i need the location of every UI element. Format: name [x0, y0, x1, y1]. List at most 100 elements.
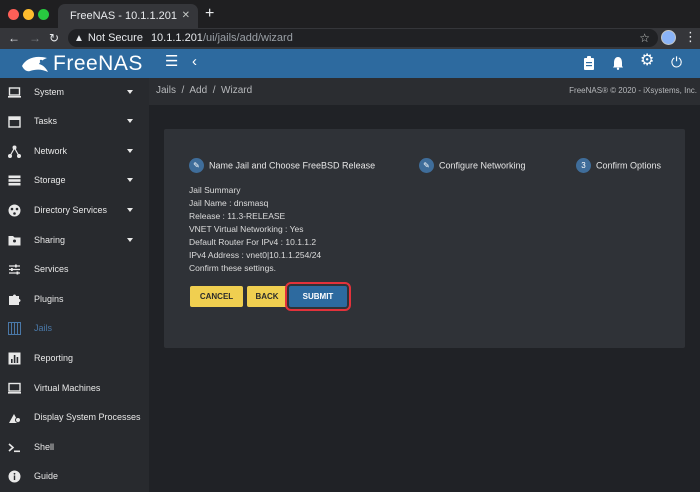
tab-title: FreeNAS - 10.1.1.201 [70, 10, 178, 22]
window-minimize-button[interactable] [23, 9, 34, 20]
terminal-icon [8, 443, 20, 453]
network-icon [8, 145, 21, 158]
sidebar-item-label: Sharing [34, 235, 66, 245]
folder-share-icon [8, 236, 21, 246]
jail-summary: Jail Summary Jail Name : dnsmasq Release… [189, 184, 321, 275]
sidebar-item-label: Shell [34, 442, 55, 452]
sidebar-item-shell[interactable]: Shell [0, 433, 149, 462]
forward-arrow-icon[interactable]: → [29, 30, 41, 46]
collapse-chevron-icon[interactable]: ‹ [192, 54, 197, 70]
puzzle-icon [9, 294, 21, 305]
wizard-step-confirm-options[interactable]: 3 Confirm Options [576, 157, 662, 174]
submit-button[interactable]: SUBMIT [285, 282, 351, 311]
sidebar-item-plugins[interactable]: Plugins [0, 285, 149, 314]
chevron-down-icon [127, 149, 133, 153]
summary-default-router: Default Router For IPv4 : 10.1.1.2 [189, 237, 317, 247]
wizard-step-configure-networking[interactable]: ✎ Configure Networking [419, 157, 526, 174]
summary-confirm-text: Confirm these settings. [189, 263, 276, 273]
breadcrumb-bar: Jails / Add / Wizard FreeNAS® © 2020 - i… [149, 78, 700, 105]
step-label: Name Jail and Choose FreeBSD Release [209, 160, 376, 171]
summary-jail-name: Jail Name : dnsmasq [189, 198, 269, 208]
security-label: Not Secure [87, 32, 143, 44]
chevron-down-icon [127, 238, 133, 242]
sidebar-item-label: Storage [34, 175, 66, 185]
pencil-icon: ✎ [189, 158, 204, 174]
url-host: 10.1.1.201 [150, 32, 203, 44]
tab-close-icon[interactable]: ✕ [182, 4, 190, 28]
sidebar-item-storage[interactable]: Storage [0, 166, 149, 195]
sidebar-item-sharing[interactable]: Sharing [0, 226, 149, 255]
wizard-step-name-jail[interactable]: ✎ Name Jail and Choose FreeBSD Release [189, 157, 376, 174]
storage-icon [8, 175, 21, 186]
url-path: /ui/jails/add/wizard [202, 32, 293, 44]
window-zoom-button[interactable] [38, 9, 49, 20]
sidebar: System Tasks Network Storage Directory S… [0, 78, 149, 492]
address-bar[interactable]: ▲ Not Secure 10.1.1.201/ui/jails/add/wizar… [68, 29, 658, 47]
browser-tabbar: FreeNAS - 10.1.1.201 ✕ + [0, 0, 700, 28]
browser-tab[interactable]: FreeNAS - 10.1.1.201 ✕ [58, 4, 198, 28]
browser-toolbar: ← → ↻ ▲ Not Secure 10.1.1.201/ui/jails/add… [0, 28, 700, 49]
sidebar-item-label: Plugins [34, 294, 64, 304]
main-content: Jails / Add / Wizard FreeNAS® © 2020 - i… [149, 78, 700, 492]
reload-icon[interactable]: ↻ [49, 30, 59, 46]
freenas-shark-icon [22, 56, 48, 72]
cancel-button[interactable]: CANCEL [190, 286, 243, 307]
sidebar-item-label: Jails [34, 323, 53, 333]
sidebar-item-reporting[interactable]: Reporting [0, 344, 149, 373]
sliders-icon [9, 264, 20, 275]
step-label: Confirm Options [596, 160, 662, 171]
laptop-icon [8, 87, 21, 98]
chevron-down-icon [127, 208, 133, 212]
jail-icon [8, 322, 21, 335]
power-icon[interactable]: ⏻ [671, 54, 682, 70]
gear-icon[interactable]: ⚙ [640, 53, 654, 69]
back-button[interactable]: BACK [247, 286, 287, 307]
step-number-icon: 3 [576, 158, 591, 174]
warning-icon: ▲ [74, 33, 84, 44]
sidebar-item-tasks[interactable]: Tasks [0, 107, 149, 136]
calendar-icon [8, 116, 21, 128]
step-label: Configure Networking [439, 160, 526, 171]
processes-icon [9, 414, 21, 423]
sidebar-item-label: Network [34, 146, 68, 156]
clipboard-icon[interactable] [583, 56, 595, 70]
sidebar-item-jails[interactable]: Jails [0, 314, 149, 343]
sidebar-item-directory-services[interactable]: Directory Services [0, 196, 149, 225]
sidebar-item-guide[interactable]: Guide [0, 462, 149, 491]
pencil-icon: ✎ [419, 158, 434, 174]
window-close-button[interactable] [8, 9, 19, 20]
sidebar-item-label: Services [34, 264, 69, 274]
profile-avatar[interactable] [661, 30, 676, 45]
chevron-down-icon [127, 119, 133, 123]
directory-icon [8, 204, 21, 217]
summary-release: Release : 11.3-RELEASE [189, 211, 286, 221]
sidebar-item-label: Reporting [34, 353, 74, 363]
sidebar-item-label: Directory Services [34, 205, 108, 215]
chart-icon [8, 352, 21, 365]
summary-heading: Jail Summary [189, 185, 241, 195]
sidebar-item-services[interactable]: Services [0, 255, 149, 284]
summary-ipv4-address: IPv4 Address : vnet0|10.1.1.254/24 [189, 250, 322, 260]
monitor-icon [8, 382, 21, 394]
sidebar-item-display-system-processes[interactable]: Display System Processes [0, 403, 149, 432]
jail-wizard-card: ✎ Name Jail and Choose FreeBSD Release ✎ C… [164, 129, 685, 348]
sidebar-item-virtual-machines[interactable]: Virtual Machines [0, 374, 149, 403]
logo-text: FreeNAS [53, 52, 143, 75]
bell-icon[interactable] [612, 56, 624, 70]
sidebar-item-label: Virtual Machines [34, 383, 101, 393]
sidebar-item-system[interactable]: System [0, 78, 149, 107]
back-arrow-icon[interactable]: ← [8, 30, 20, 46]
info-icon [8, 470, 21, 483]
bookmark-star-icon[interactable]: ☆ [639, 29, 650, 47]
sidebar-item-label: Guide [34, 471, 59, 481]
logo[interactable]: FreeNAS [0, 49, 149, 78]
copyright-text: FreeNAS® © 2020 - iXsystems, Inc. [569, 86, 697, 95]
browser-menu-icon[interactable]: ⋮ [684, 30, 697, 44]
hamburger-menu-icon[interactable]: ☰ [165, 54, 178, 70]
new-tab-button[interactable]: + [205, 6, 214, 22]
sidebar-item-label: Display System Processes [34, 412, 141, 422]
sidebar-item-label: System [34, 87, 65, 97]
sidebar-item-label: Tasks [34, 116, 58, 126]
chevron-down-icon [127, 178, 133, 182]
sidebar-item-network[interactable]: Network [0, 137, 149, 166]
